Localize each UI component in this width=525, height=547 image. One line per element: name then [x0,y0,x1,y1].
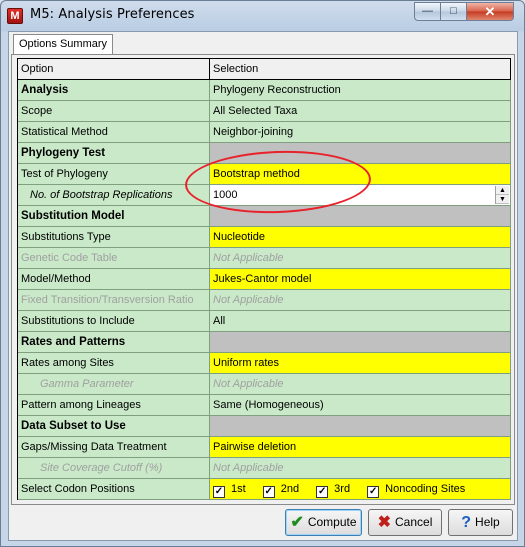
codon-3rd-checkbox[interactable]: ✓ 3rd [316,479,350,499]
spin-down-icon[interactable]: ▼ [496,195,509,204]
codon-positions-group: ✓ 1st ✓ 2nd ✓ 3rd ✓ Noncoding Sites [210,479,511,500]
section-filler [210,332,511,353]
replications-spinner[interactable]: ▲ ▼ [495,186,509,204]
check-icon[interactable]: ✓ [262,486,275,498]
selection-value[interactable]: Same (Homogeneous) [210,395,511,416]
bootstrap-replications-input[interactable]: 1000 ▲ ▼ [210,185,511,206]
section-row: Phylogeny Test [18,143,511,164]
selection-value[interactable]: Neighbor-joining [210,122,511,143]
table-row: Rates among Sites Uniform rates [18,353,511,374]
grid-header: Option Selection [18,59,511,80]
checkmark-icon: ✔ [290,514,304,531]
table-row: No. of Bootstrap Replications 1000 ▲ ▼ [18,185,511,206]
table-row: Fixed Transition/Transversion Ratio Not … [18,290,511,311]
table-row: Select Codon Positions ✓ 1st ✓ 2nd ✓ 3rd ✓ N… [18,479,511,500]
noncoding-sites-checkbox[interactable]: ✓ Noncoding Sites [367,479,465,499]
window-title: M5: Analysis Preferences [30,7,195,22]
cancel-button[interactable]: ✖ Cancel [368,509,442,536]
codon-2nd-checkbox[interactable]: ✓ 2nd [262,479,299,499]
table-row: Pattern among Lineages Same (Homogeneous… [18,395,511,416]
option-label: Site Coverage Cutoff (%) [18,458,210,479]
options-grid: Option Selection Analysis Phylogeny Reco… [17,58,511,500]
table-row: Substitutions to Include All [18,311,511,332]
section-label: Phylogeny Test [18,143,210,164]
help-question-icon: ? [461,514,472,531]
option-label: Scope [18,101,210,122]
option-label: Fixed Transition/Transversion Ratio [18,290,210,311]
option-label: Gamma Parameter [18,374,210,395]
dialog-client-area: Options Summary Option Selection Analysi… [8,31,518,541]
section-filler [210,143,511,164]
selection-value[interactable]: All Selected Taxa [210,101,511,122]
option-label: Genetic Code Table [18,248,210,269]
bootstrap-replications-value[interactable]: 1000 [213,189,237,201]
section-filler [210,206,511,227]
tab-options-summary[interactable]: Options Summary [13,34,114,55]
option-label: Substitutions to Include [18,311,210,332]
mega-app-icon: M [7,8,23,24]
section-label: Rates and Patterns [18,332,210,353]
table-row: Test of Phylogeny Bootstrap method [18,164,511,185]
option-label: Model/Method [18,269,210,290]
option-label: Test of Phylogeny [18,164,210,185]
section-filler [210,416,511,437]
option-label: Substitutions Type [18,227,210,248]
option-label: Gaps/Missing Data Treatment [18,437,210,458]
check-icon[interactable]: ✓ [316,486,329,498]
option-column-header: Option [18,59,210,80]
rates-among-sites-select[interactable]: Uniform rates [210,353,511,374]
compute-button[interactable]: ✔ Compute [285,509,362,536]
close-button[interactable]: ✕ [467,2,514,21]
title-bar: M M5: Analysis Preferences — □ ✕ [1,1,524,31]
options-panel: Option Selection Analysis Phylogeny Reco… [11,54,515,505]
selection-value: Not Applicable [210,248,511,269]
table-row: Scope All Selected Taxa [18,101,511,122]
option-label: Rates among Sites [18,353,210,374]
test-of-phylogeny-select[interactable]: Bootstrap method [210,164,511,185]
table-row: Site Coverage Cutoff (%) Not Applicable [18,458,511,479]
table-row: Genetic Code Table Not Applicable [18,248,511,269]
table-row: Statistical Method Neighbor-joining [18,122,511,143]
selection-value[interactable]: All [210,311,511,332]
table-row: Analysis Phylogeny Reconstruction [18,80,511,101]
substitutions-type-select[interactable]: Nucleotide [210,227,511,248]
table-row: Substitutions Type Nucleotide [18,227,511,248]
codon-1st-checkbox[interactable]: ✓ 1st [213,479,246,499]
check-icon[interactable]: ✓ [213,486,225,498]
section-row: Substitution Model [18,206,511,227]
selection-value: Not Applicable [210,374,511,395]
analysis-preferences-window: M M5: Analysis Preferences — □ ✕ Options… [0,0,525,547]
option-label: Statistical Method [18,122,210,143]
section-label: Substitution Model [18,206,210,227]
section-row: Data Subset to Use [18,416,511,437]
table-row: Model/Method Jukes-Cantor model [18,269,511,290]
check-icon[interactable]: ✓ [367,486,380,498]
option-label: Select Codon Positions [18,479,210,500]
option-label: Analysis [18,80,210,101]
table-row: Gamma Parameter Not Applicable [18,374,511,395]
gaps-missing-data-select[interactable]: Pairwise deletion [210,437,511,458]
selection-value: Not Applicable [210,458,511,479]
spin-up-icon[interactable]: ▲ [496,186,509,195]
maximize-button[interactable]: □ [441,2,467,21]
model-method-select[interactable]: Jukes-Cantor model [210,269,511,290]
section-row: Rates and Patterns [18,332,511,353]
option-label: No. of Bootstrap Replications [18,185,210,206]
help-button[interactable]: ? Help [448,509,513,536]
selection-value[interactable]: Phylogeny Reconstruction [210,80,511,101]
section-label: Data Subset to Use [18,416,210,437]
minimize-button[interactable]: — [414,2,441,21]
x-icon: ✖ [377,514,392,531]
selection-value: Not Applicable [210,290,511,311]
option-label: Pattern among Lineages [18,395,210,416]
selection-column-header: Selection [210,59,511,80]
table-row: Gaps/Missing Data Treatment Pairwise del… [18,437,511,458]
